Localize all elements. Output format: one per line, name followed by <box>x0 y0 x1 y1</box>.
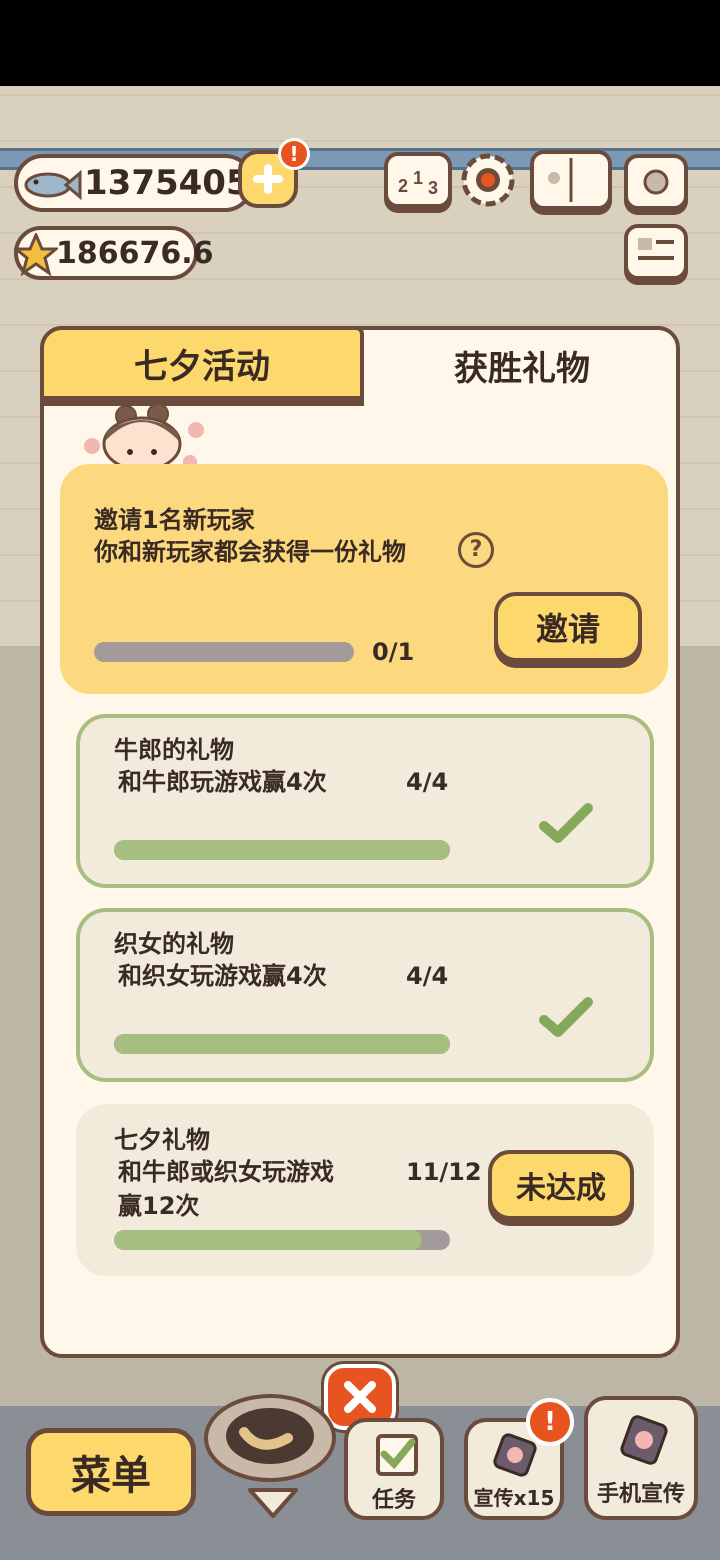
not-achieved-button[interactable]: 未达成 <box>488 1150 634 1220</box>
task-description: 和织女玩游戏赢4次 <box>118 962 327 990</box>
album-book-icon[interactable] <box>530 150 612 210</box>
svg-text:2: 2 <box>398 176 408 196</box>
invite-description: 你和新玩家都会获得一份礼物 <box>94 538 406 566</box>
svg-text:1: 1 <box>413 168 423 188</box>
close-icon <box>344 1381 376 1413</box>
alert-badge-icon: ! <box>278 138 310 170</box>
ranking-icon[interactable]: 213 <box>384 152 452 208</box>
task-progress-bar <box>114 840 450 860</box>
food-bowl-icon[interactable] <box>200 1384 340 1484</box>
checkmark-icon <box>538 800 594 848</box>
tab-victory-gifts-label: 获胜礼物 <box>454 348 590 389</box>
svg-text:3: 3 <box>428 178 438 198</box>
task-count: 4/4 <box>406 962 449 990</box>
task-count: 11/12 <box>406 1158 482 1186</box>
plus-icon <box>253 164 283 194</box>
task-description-line2: 赢12次 <box>118 1192 200 1220</box>
help-question-icon[interactable]: ? <box>458 532 494 568</box>
star-currency-bar: 186676.6 <box>11 226 214 280</box>
promo-button-label: 宣传x15 <box>473 1486 555 1510</box>
alert-badge-icon: ! <box>526 1398 574 1446</box>
task-progress-bar <box>114 1230 450 1250</box>
invite-progress-text: 0/1 <box>372 638 415 666</box>
tasks-button[interactable]: 任务 <box>344 1418 444 1520</box>
task-card-cowherd: 牛郎的礼物 和牛郎玩游戏赢4次 4/4 <box>76 714 654 888</box>
tasks-button-label: 任务 <box>371 1488 416 1513</box>
invite-button-label: 邀请 <box>535 610 600 648</box>
camera-icon[interactable] <box>624 154 688 210</box>
task-count: 4/4 <box>406 768 449 796</box>
invite-button[interactable]: 邀请 <box>494 592 642 662</box>
phone-promo-button[interactable]: 手机宣传 <box>584 1396 698 1520</box>
task-progress-fill <box>114 1034 450 1054</box>
settings-gear-icon[interactable] <box>458 150 518 210</box>
task-card-qixi: 七夕礼物 和牛郎或织女玩游戏 赢12次 11/12 未达成 <box>76 1104 654 1276</box>
chevron-down-icon[interactable] <box>246 1486 300 1520</box>
task-title: 织女的礼物 <box>114 930 234 958</box>
invite-title: 邀请1名新玩家 <box>94 506 255 534</box>
help-question-glyph: ? <box>469 537 483 562</box>
invite-card: 邀请1名新玩家 你和新玩家都会获得一份礼物 ? 0/1 邀请 <box>60 464 668 694</box>
task-progress-bar <box>114 1034 450 1054</box>
checkmark-icon <box>538 994 594 1042</box>
gift-dialog: 七夕活动 获胜礼物 邀请1名新玩家 你和新玩家都会获得一份礼物 ? 0/1 邀请… <box>40 326 680 1358</box>
fish-icon <box>22 168 82 201</box>
task-description: 和牛郎玩游戏赢4次 <box>118 768 327 796</box>
task-card-weaver: 织女的礼物 和织女玩游戏赢4次 4/4 <box>76 908 654 1082</box>
phone-promo-icon <box>620 1415 668 1465</box>
star-icon <box>11 231 61 277</box>
tab-qixi-event-label: 七夕活动 <box>134 346 270 387</box>
menu-button[interactable]: 菜单 <box>26 1428 196 1516</box>
task-progress-fill <box>114 840 450 860</box>
task-progress-fill <box>114 1230 423 1250</box>
newspaper-icon[interactable] <box>624 224 688 280</box>
star-count: 186676.6 <box>56 235 214 271</box>
tab-qixi-event[interactable]: 七夕活动 <box>40 326 364 400</box>
menu-button-label: 菜单 <box>71 1453 151 1499</box>
invite-progress-bar <box>94 642 354 662</box>
checklist-icon <box>376 1434 418 1476</box>
phone-promo-label: 手机宣传 <box>596 1482 685 1507</box>
task-title: 牛郎的礼物 <box>114 736 234 764</box>
not-achieved-button-label: 未达成 <box>516 1171 606 1206</box>
task-title: 七夕礼物 <box>114 1126 210 1154</box>
fish-currency-bar: 13754059 <box>14 154 273 212</box>
tab-victory-gifts[interactable]: 获胜礼物 <box>364 330 680 400</box>
task-description: 和牛郎或织女玩游戏 <box>118 1158 334 1186</box>
